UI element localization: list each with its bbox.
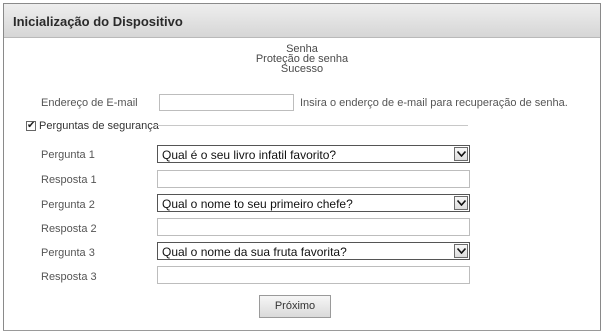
step-indicator: Senha Proteção de senha Sucesso <box>4 44 600 75</box>
section-divider <box>156 125 468 126</box>
security-questions-label: Perguntas de segurança <box>39 120 159 132</box>
device-init-window: Inicialização do Dispositivo Senha Prote… <box>3 3 601 331</box>
answer-3-field[interactable] <box>157 266 470 284</box>
window-title: Inicialização do Dispositivo <box>13 14 183 29</box>
email-field[interactable] <box>159 94 294 111</box>
question-3-label: Pergunta 3 <box>41 247 95 259</box>
step-success: Sucesso <box>280 63 324 75</box>
answer-1-field[interactable] <box>157 170 470 188</box>
chevron-down-icon[interactable] <box>454 147 468 161</box>
question-1-select[interactable]: Qual é o seu livro infatil favorito? <box>157 145 470 163</box>
question-1-value: Qual é o seu livro infatil favorito? <box>162 148 337 162</box>
answer-2-field[interactable] <box>157 218 470 236</box>
answer-2-label: Resposta 2 <box>41 223 97 235</box>
chevron-down-icon[interactable] <box>454 196 468 210</box>
answer-3-label: Resposta 3 <box>41 271 97 283</box>
question-2-label: Pergunta 2 <box>41 199 95 211</box>
question-2-value: Qual o nome to seu primeiro chefe? <box>162 197 353 211</box>
question-3-value: Qual o nome da sua fruta favorita? <box>162 245 347 259</box>
title-bar: Inicialização do Dispositivo <box>4 4 600 38</box>
checkmark-icon: ✔ <box>27 120 36 131</box>
answer-1-label: Resposta 1 <box>41 174 97 186</box>
email-hint: Insira o enderço de e-mail para recupera… <box>300 97 568 109</box>
security-questions-checkbox[interactable]: ✔ <box>26 120 36 131</box>
chevron-down-icon[interactable] <box>454 244 468 258</box>
question-2-select[interactable]: Qual o nome to seu primeiro chefe? <box>157 194 470 212</box>
email-label: Endereço de E-mail <box>41 97 138 109</box>
question-1-label: Pergunta 1 <box>41 149 95 161</box>
next-button[interactable]: Próximo <box>259 295 331 318</box>
question-3-select[interactable]: Qual o nome da sua fruta favorita? <box>157 242 470 260</box>
